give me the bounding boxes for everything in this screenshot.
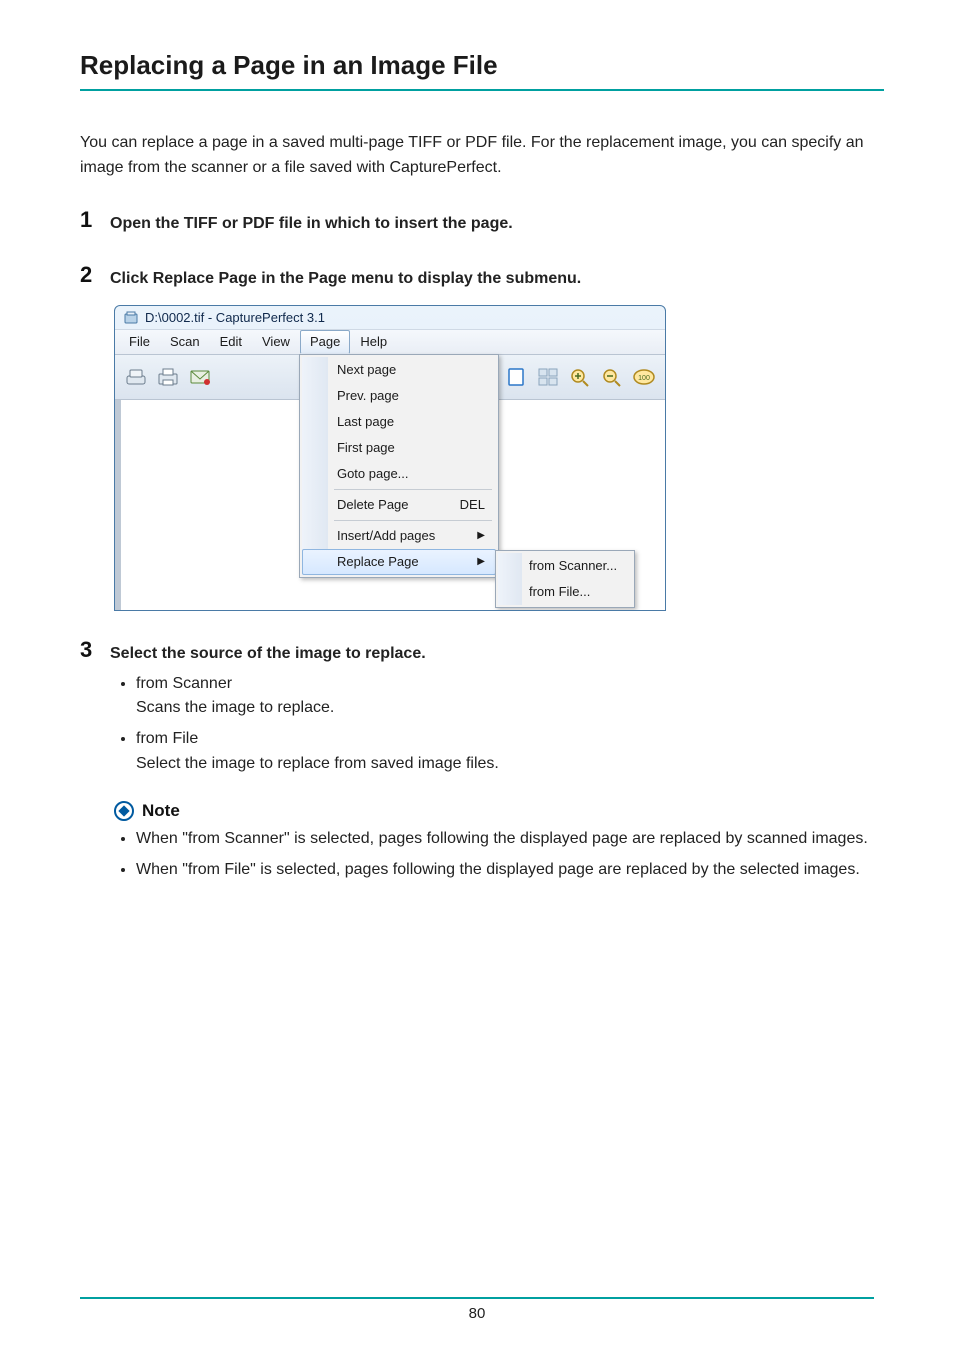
mail-icon[interactable]	[187, 364, 213, 390]
zoom-out-icon[interactable]	[599, 364, 625, 390]
menu-prev-page[interactable]: Prev. page	[302, 383, 496, 409]
scanner-icon[interactable]	[123, 364, 149, 390]
multi-page-view-icon[interactable]	[535, 364, 561, 390]
submenu-from-file[interactable]: from File...	[498, 579, 632, 605]
screenshot-window: D:\0002.tif - CapturePerfect 3.1 File Sc…	[114, 305, 666, 611]
step-3-substeps: from Scanner Scans the image to replace.…	[114, 672, 884, 777]
menu-separator	[334, 489, 492, 490]
menu-insert-add-pages[interactable]: Insert/Add pages ▶	[302, 523, 496, 549]
window-titlebar: D:\0002.tif - CapturePerfect 3.1	[115, 306, 665, 329]
step-2-text: Click Replace Page in the Page menu to d…	[110, 264, 581, 291]
step-3: 3 Select the source of the image to repl…	[80, 639, 884, 666]
step-3-text: Select the source of the image to replac…	[110, 639, 426, 666]
menu-separator	[334, 520, 492, 521]
substep-from-scanner: from Scanner Scans the image to replace.	[136, 672, 884, 722]
zoom-in-icon[interactable]	[567, 364, 593, 390]
note-label: Note	[142, 801, 180, 821]
svg-text:100: 100	[638, 375, 650, 382]
shortcut-del: DEL	[460, 497, 485, 512]
menu-first-page[interactable]: First page	[302, 435, 496, 461]
replace-page-submenu: from Scanner... from File...	[495, 550, 635, 608]
note-heading: Note	[114, 801, 884, 821]
page-title: Replacing a Page in an Image File	[80, 50, 884, 91]
submenu-arrow-icon: ▶	[477, 556, 485, 567]
submenu-from-scanner[interactable]: from Scanner...	[498, 553, 632, 579]
menu-edit[interactable]: Edit	[210, 330, 252, 354]
submenu-arrow-icon: ▶	[477, 530, 485, 541]
menu-next-page[interactable]: Next page	[302, 357, 496, 383]
menu-goto-page[interactable]: Goto page...	[302, 461, 496, 487]
note-item: When "from File" is selected, pages foll…	[136, 858, 884, 883]
step-1-number: 1	[80, 209, 98, 231]
intro-text: You can replace a page in a saved multi-…	[80, 131, 884, 181]
note-list: When "from Scanner" is selected, pages f…	[114, 827, 884, 883]
menubar: File Scan Edit View Page Next page Prev.…	[115, 329, 665, 355]
single-page-view-icon[interactable]	[503, 364, 529, 390]
window-title: D:\0002.tif - CapturePerfect 3.1	[145, 310, 325, 325]
page-menu-dropdown: Next page Prev. page Last page First pag…	[299, 354, 499, 578]
note-item: When "from Scanner" is selected, pages f…	[136, 827, 884, 852]
menu-page[interactable]: Page	[300, 330, 350, 354]
step-1: 1 Open the TIFF or PDF file in which to …	[80, 209, 884, 236]
menu-view[interactable]: View	[252, 330, 300, 354]
note-icon	[114, 801, 134, 821]
zoom-100-icon[interactable]: 100	[631, 364, 657, 390]
menu-file[interactable]: File	[119, 330, 160, 354]
step-3-number: 3	[80, 639, 98, 661]
menu-scan[interactable]: Scan	[160, 330, 210, 354]
menu-help[interactable]: Help	[350, 330, 397, 354]
printer-icon[interactable]	[155, 364, 181, 390]
step-2-number: 2	[80, 264, 98, 286]
page-number: 80	[0, 1305, 954, 1322]
step-1-text: Open the TIFF or PDF file in which to in…	[110, 209, 513, 236]
app-icon	[123, 310, 139, 326]
menu-replace-page[interactable]: Replace Page ▶ from Scanner... from File…	[302, 549, 496, 575]
menu-delete-page[interactable]: Delete Page DEL	[302, 492, 496, 518]
step-2: 2 Click Replace Page in the Page menu to…	[80, 264, 884, 291]
substep-from-file: from File Select the image to replace fr…	[136, 727, 884, 777]
menu-last-page[interactable]: Last page	[302, 409, 496, 435]
page-footer: 80	[0, 1297, 954, 1322]
